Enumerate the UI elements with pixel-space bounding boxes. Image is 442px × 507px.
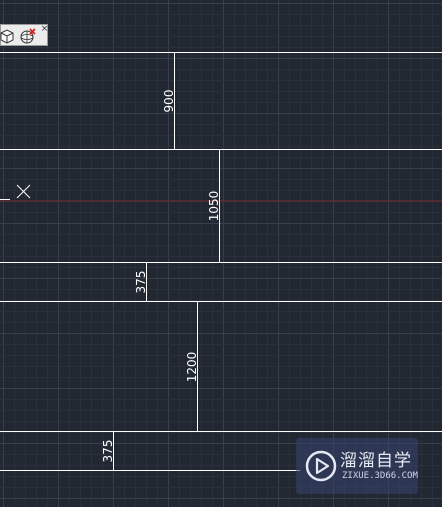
grid <box>0 0 442 507</box>
drawing-canvas[interactable]: 900 1050 375 1200 375 <box>0 0 442 507</box>
toolbar-close-button[interactable]: × <box>40 25 49 34</box>
play-logo-icon <box>305 450 337 482</box>
dimension-label: 1050 <box>207 191 221 222</box>
dimension-label: 375 <box>134 271 148 294</box>
watermark-site: ZIXUE.3D66.COM <box>342 471 418 481</box>
floating-toolbar[interactable]: × <box>0 24 48 46</box>
dimension-label: 1200 <box>185 352 199 383</box>
watermark-brand: 溜溜自学 <box>340 451 412 471</box>
dimension-label: 900 <box>162 90 176 113</box>
cube-view-icon[interactable] <box>0 27 16 45</box>
geometry <box>0 52 442 471</box>
drawing-svg[interactable]: 900 1050 375 1200 375 <box>0 0 442 507</box>
dimension-label: 375 <box>101 440 115 463</box>
orbit-close-icon[interactable] <box>19 27 37 45</box>
watermark: 溜溜自学 ZIXUE.3D66.COM <box>296 438 418 494</box>
dimension-lines <box>113 52 220 470</box>
